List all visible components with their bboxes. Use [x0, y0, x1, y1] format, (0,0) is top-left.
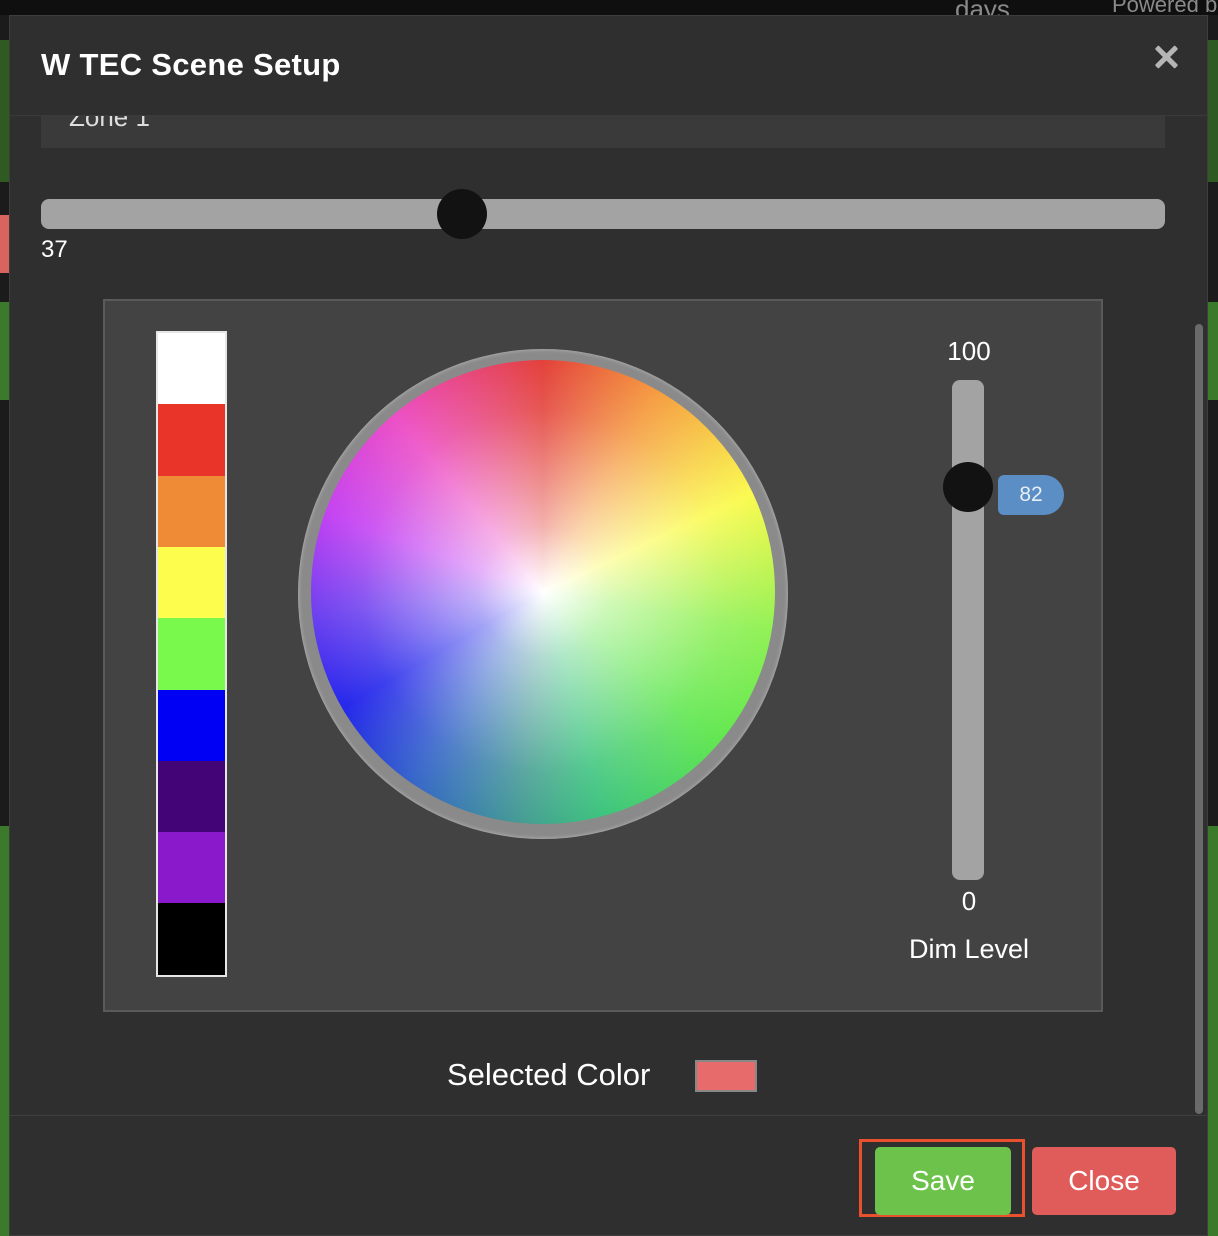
dim-slider-track[interactable] [952, 380, 984, 880]
color-swatch-yellow[interactable] [158, 546, 225, 619]
modal-scrollbar[interactable] [1195, 324, 1203, 1114]
modal-footer: Save Close [10, 1115, 1207, 1235]
dim-min-label: 0 [961, 886, 977, 916]
dim-level-label: Dim Level [908, 934, 1030, 964]
brightness-slider-value: 37 [41, 236, 68, 263]
color-swatch-black[interactable] [158, 903, 225, 976]
color-swatch-indigo[interactable] [158, 760, 225, 833]
close-button[interactable]: Close [1032, 1147, 1176, 1215]
selected-color-swatch [695, 1060, 757, 1092]
brightness-slider-track[interactable] [41, 199, 1165, 229]
color-wheel[interactable] [311, 360, 775, 824]
modal-header: W TEC Scene Setup [10, 16, 1207, 116]
brightness-slider-handle[interactable] [437, 189, 487, 239]
selected-color-label: Selected Color [447, 1057, 651, 1092]
color-swatch-column [156, 331, 227, 977]
color-swatch-red[interactable] [158, 404, 225, 477]
color-picker-panel: 100 82 0 Dim Level [103, 299, 1103, 1012]
dim-slider-handle[interactable] [943, 462, 993, 512]
close-icon[interactable] [1153, 44, 1179, 70]
color-swatch-orange[interactable] [158, 475, 225, 548]
dim-value-tooltip: 82 [998, 475, 1064, 515]
color-swatch-violet[interactable] [158, 832, 225, 905]
scene-setup-modal: W TEC Scene Setup Zone 1 37 100 82 0 Dim… [9, 15, 1208, 1236]
color-swatch-green[interactable] [158, 618, 225, 691]
modal-title: W TEC Scene Setup [41, 47, 341, 82]
color-swatch-white[interactable] [158, 333, 225, 405]
color-swatch-blue[interactable] [158, 689, 225, 762]
dim-max-label: 100 [947, 336, 991, 366]
background-top-bar [0, 0, 1218, 15]
save-button[interactable]: Save [875, 1147, 1011, 1215]
